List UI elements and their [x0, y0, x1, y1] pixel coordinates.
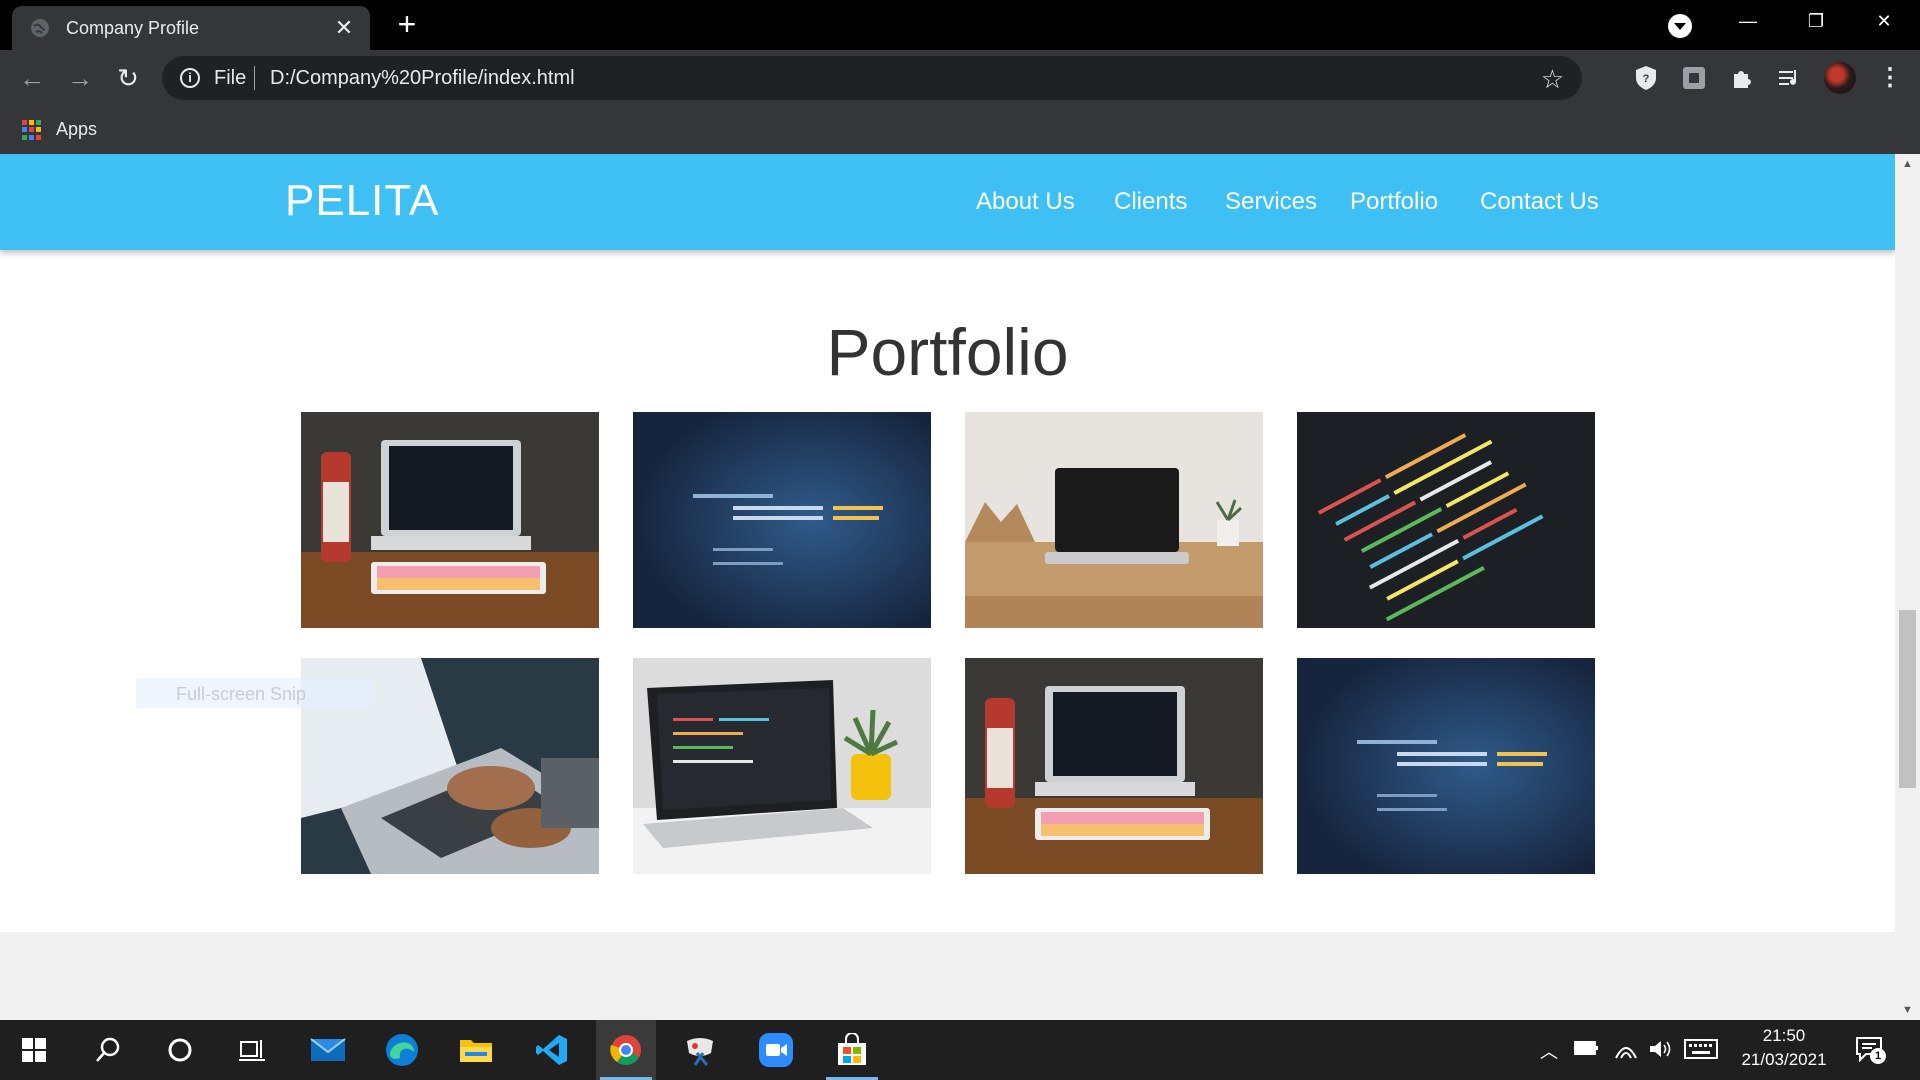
portfolio-heading: Portfolio — [826, 315, 1069, 389]
media-queue-icon[interactable] — [1774, 62, 1806, 94]
clock-date: 21/03/2021 — [1741, 1050, 1827, 1069]
browser-menu-icon[interactable]: ⋮ — [1878, 60, 1902, 96]
portfolio-image-4[interactable] — [1297, 412, 1595, 628]
bookmark-apps[interactable]: Apps — [56, 119, 97, 140]
microsoft-store-icon[interactable] — [822, 1020, 882, 1080]
browser-titlebar: Company Profile ✕ + — ❐ ✕ — [0, 0, 1920, 50]
restore-button[interactable]: ❐ — [1788, 0, 1844, 42]
cortana-icon[interactable] — [150, 1020, 210, 1080]
extension-square-icon[interactable] — [1678, 62, 1710, 94]
nav-contact-us[interactable]: Contact Us — [1480, 188, 1599, 216]
reload-icon[interactable]: ↻ — [114, 64, 142, 92]
portfolio-image-7[interactable] — [965, 658, 1263, 874]
globe-icon — [31, 19, 49, 37]
portfolio-image-8[interactable] — [1297, 658, 1595, 874]
site-brand[interactable]: PELITA — [285, 176, 439, 226]
snip-sketch-icon[interactable] — [670, 1020, 730, 1080]
page-viewport: PELITA About Us Clients Services Portfol… — [0, 154, 1895, 1020]
info-icon[interactable]: i — [180, 68, 200, 88]
profile-avatar[interactable] — [1824, 62, 1856, 94]
edge-browser-icon[interactable] — [372, 1020, 432, 1080]
portfolio-image-1[interactable] — [301, 412, 599, 628]
url-scheme: File — [214, 67, 247, 89]
task-view-icon[interactable] — [222, 1020, 282, 1080]
windows-start-icon[interactable] — [4, 1020, 64, 1080]
nav-portfolio[interactable]: Portfolio — [1350, 188, 1438, 216]
volume-icon[interactable] — [1648, 1038, 1672, 1060]
chrome-taskbar-icon[interactable] — [596, 1020, 656, 1080]
snip-overlay-text: Full-screen Snip — [136, 678, 372, 708]
new-tab-button[interactable]: + — [392, 8, 422, 40]
browser-toolbar: ← → ↻ i File D:/Company%20Profile/index.… — [0, 50, 1920, 106]
apps-grid-icon[interactable] — [22, 120, 42, 140]
action-center-icon[interactable]: 1 — [1856, 1036, 1886, 1064]
windows-taskbar: ︿ 21:50 21/03/2021 1 — [0, 1020, 1920, 1080]
wifi-icon[interactable] — [1614, 1038, 1638, 1060]
tab-title: Company Profile — [66, 18, 200, 38]
clock-time: 21:50 — [1762, 1026, 1806, 1045]
mail-icon[interactable] — [298, 1020, 358, 1080]
puzzle-extensions-icon[interactable] — [1726, 62, 1758, 94]
back-arrow-icon[interactable]: ← — [18, 64, 46, 92]
bookmarks-bar: Apps — [0, 106, 1920, 154]
bookmark-star-icon[interactable]: ☆ — [1541, 64, 1564, 95]
zoom-icon[interactable] — [746, 1020, 806, 1080]
nav-clients[interactable]: Clients — [1114, 188, 1187, 216]
omnibox-divider — [254, 66, 255, 90]
keyboard-icon[interactable] — [1684, 1038, 1718, 1060]
portfolio-image-2[interactable] — [633, 412, 931, 628]
close-window-button[interactable]: ✕ — [1856, 0, 1912, 42]
url-text[interactable]: D:/Company%20Profile/index.html — [270, 67, 575, 90]
scroll-down-arrow-icon[interactable]: ▼ — [1895, 1000, 1920, 1020]
portfolio-image-3[interactable] — [965, 412, 1263, 628]
show-hidden-icons-icon[interactable]: ︿ — [1540, 1038, 1558, 1064]
minimize-button[interactable]: — — [1720, 0, 1776, 42]
portfolio-image-6[interactable] — [633, 658, 931, 874]
page-scrollbar[interactable]: ▲ ▼ — [1895, 154, 1920, 1020]
search-icon[interactable] — [78, 1020, 138, 1080]
svg-text:?: ? — [1643, 73, 1650, 85]
nav-about-us[interactable]: About Us — [976, 188, 1075, 216]
vscode-icon[interactable] — [522, 1020, 582, 1080]
browser-tab[interactable]: Company Profile ✕ — [12, 6, 370, 50]
notification-badge: 1 — [1870, 1048, 1886, 1064]
tab-search-button[interactable] — [1668, 14, 1692, 38]
file-explorer-icon[interactable] — [446, 1020, 506, 1080]
forward-arrow-icon[interactable]: → — [66, 64, 94, 92]
scroll-up-arrow-icon[interactable]: ▲ — [1895, 154, 1920, 174]
page-footer-band — [0, 932, 1895, 1020]
portfolio-gallery — [301, 412, 1596, 874]
nav-services[interactable]: Services — [1225, 188, 1317, 216]
battery-icon[interactable] — [1574, 1038, 1600, 1058]
address-bar[interactable]: i File D:/Company%20Profile/index.html ☆ — [162, 56, 1582, 100]
site-navbar: PELITA About Us Clients Services Portfol… — [0, 154, 1895, 250]
system-clock[interactable]: 21:50 21/03/2021 — [1736, 1024, 1832, 1072]
scrollbar-thumb[interactable] — [1899, 610, 1916, 788]
close-tab-icon[interactable]: ✕ — [332, 16, 356, 40]
shield-extension-icon[interactable]: ? — [1630, 62, 1662, 94]
